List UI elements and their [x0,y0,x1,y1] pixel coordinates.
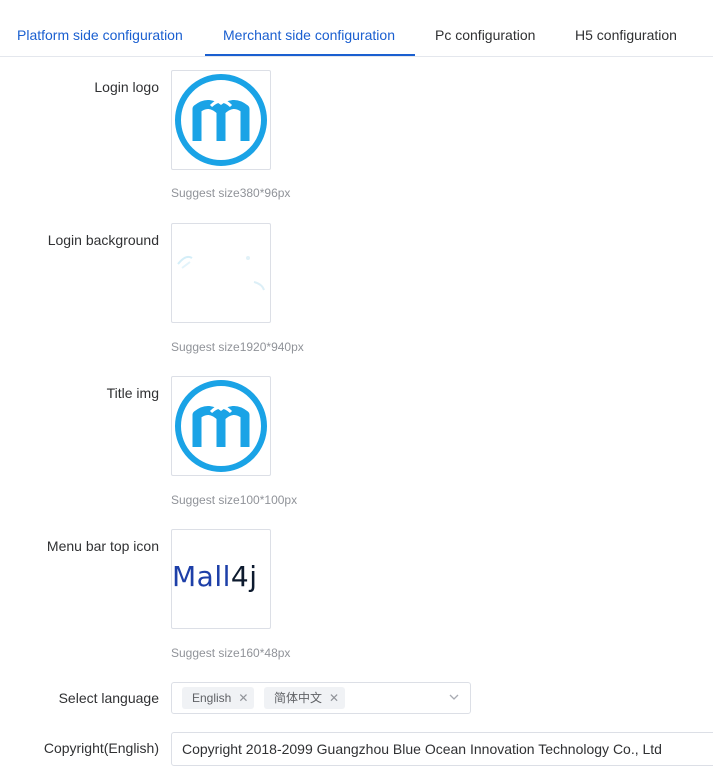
chevron-down-icon[interactable] [448,691,460,703]
logo-icon [175,380,267,472]
login-logo-uploader[interactable] [171,70,271,170]
language-tag-label: English [192,691,232,705]
mall4j-logo-text-blue: Mall [172,560,231,593]
login-logo-hint: Suggest size380*96px [171,186,291,200]
background-image-icon [177,255,265,291]
language-tag-simplified-chinese: 简体中文 ✕ [264,687,346,709]
login-background-uploader[interactable] [171,223,271,323]
language-select[interactable]: English ✕ 简体中文 ✕ [171,682,471,714]
close-icon[interactable]: ✕ [329,687,339,709]
mall4j-logo-text-dark: 4j [230,560,258,593]
menu-bar-top-icon-hint: Suggest size160*48px [171,646,291,660]
tab-merchant-side-configuration[interactable]: Merchant side configuration [223,0,395,56]
tab-platform-side-configuration[interactable]: Platform side configuration [17,0,183,56]
menu-bar-top-icon-uploader[interactable]: Mall4j [171,529,271,629]
copyright-english-input[interactable]: Copyright 2018-2099 Guangzhou Blue Ocean… [171,732,713,766]
tab-pc-configuration[interactable]: Pc configuration [435,0,535,56]
title-img-label: Title img [106,385,159,401]
logo-icon [175,74,267,166]
login-background-hint: Suggest size1920*940px [171,340,304,354]
language-tag-label: 简体中文 [274,691,323,705]
language-tag-english: English ✕ [182,687,255,709]
close-icon[interactable]: ✕ [238,687,248,709]
title-img-uploader[interactable] [171,376,271,476]
title-img-hint: Suggest size100*100px [171,493,298,507]
config-tabs: Platform side configuration Merchant sid… [0,0,713,57]
copyright-english-label: Copyright(English) [43,740,159,756]
select-language-label: Select language [58,690,159,706]
mall4j-logo: Mall4j [172,560,257,593]
login-background-label: Login background [47,232,159,248]
login-logo-label: Login logo [94,79,159,95]
tab-h5-configuration[interactable]: H5 configuration [575,0,677,56]
menu-bar-top-icon-label: Menu bar top icon [46,538,159,554]
active-tab-indicator [205,54,415,56]
copyright-english-value[interactable]: Copyright 2018-2099 Guangzhou Blue Ocean… [182,733,662,765]
